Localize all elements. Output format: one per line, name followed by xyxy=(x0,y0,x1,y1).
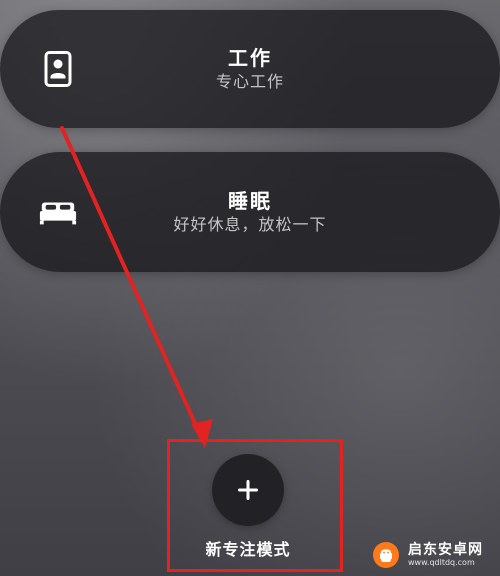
new-focus-label: 新专注模式 xyxy=(205,540,291,559)
bed-icon xyxy=(38,192,78,232)
android-logo-icon xyxy=(373,542,399,568)
watermark-text: 启东安卓网 www.qdltdq.com xyxy=(408,543,483,567)
new-focus-button[interactable] xyxy=(212,454,284,526)
watermark-title: 启东安卓网 xyxy=(408,542,483,558)
watermark-url: www.qdltdq.com xyxy=(408,558,475,567)
focus-card-sleep[interactable]: 睡眠 好好休息，放松一下 xyxy=(0,152,500,272)
focus-card-work[interactable]: 工作 专心工作 xyxy=(0,10,500,128)
watermark: 启东安卓网 www.qdltdq.com xyxy=(372,538,494,572)
new-focus-mode[interactable]: 新专注模式 xyxy=(198,454,298,560)
plus-icon xyxy=(238,480,258,500)
id-badge-icon xyxy=(38,49,78,89)
